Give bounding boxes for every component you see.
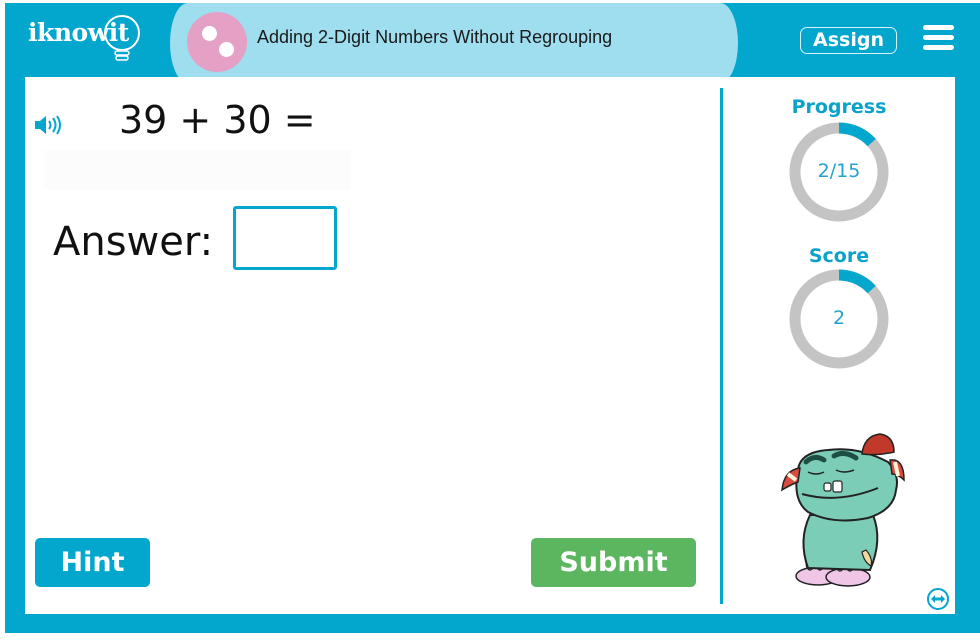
monster-mascot [781, 433, 905, 587]
hint-button[interactable]: Hint [35, 538, 150, 587]
progress-ring-fill [838, 122, 876, 147]
speaker-icon[interactable] [34, 114, 62, 136]
answer-input[interactable] [233, 206, 337, 270]
progress-title: Progress [791, 96, 887, 118]
dot [202, 26, 217, 41]
score-value: 2 [832, 307, 846, 329]
two-dots-icon [187, 12, 247, 72]
question-work-area [44, 150, 351, 190]
menu-bar [923, 45, 954, 50]
score-ring-fill [838, 269, 876, 294]
dot [219, 42, 234, 57]
question-text: 39 + 30 = [119, 98, 316, 142]
submit-button[interactable]: Submit [531, 538, 696, 587]
progress-value: 2/15 [817, 160, 861, 182]
hamburger-menu-icon[interactable] [923, 25, 954, 50]
iknowit-logo[interactable]: iknowit [28, 14, 148, 64]
expand-horizontal-icon[interactable] [926, 587, 950, 611]
lightbulb-icon [104, 15, 140, 61]
menu-bar [923, 25, 954, 30]
assign-button[interactable]: Assign [800, 27, 897, 54]
page-title: Adding 2-Digit Numbers Without Regroupin… [257, 27, 613, 47]
panel-divider [720, 88, 723, 604]
score-title: Score [808, 245, 870, 267]
answer-label: Answer: [53, 219, 214, 265]
menu-bar [923, 35, 954, 40]
